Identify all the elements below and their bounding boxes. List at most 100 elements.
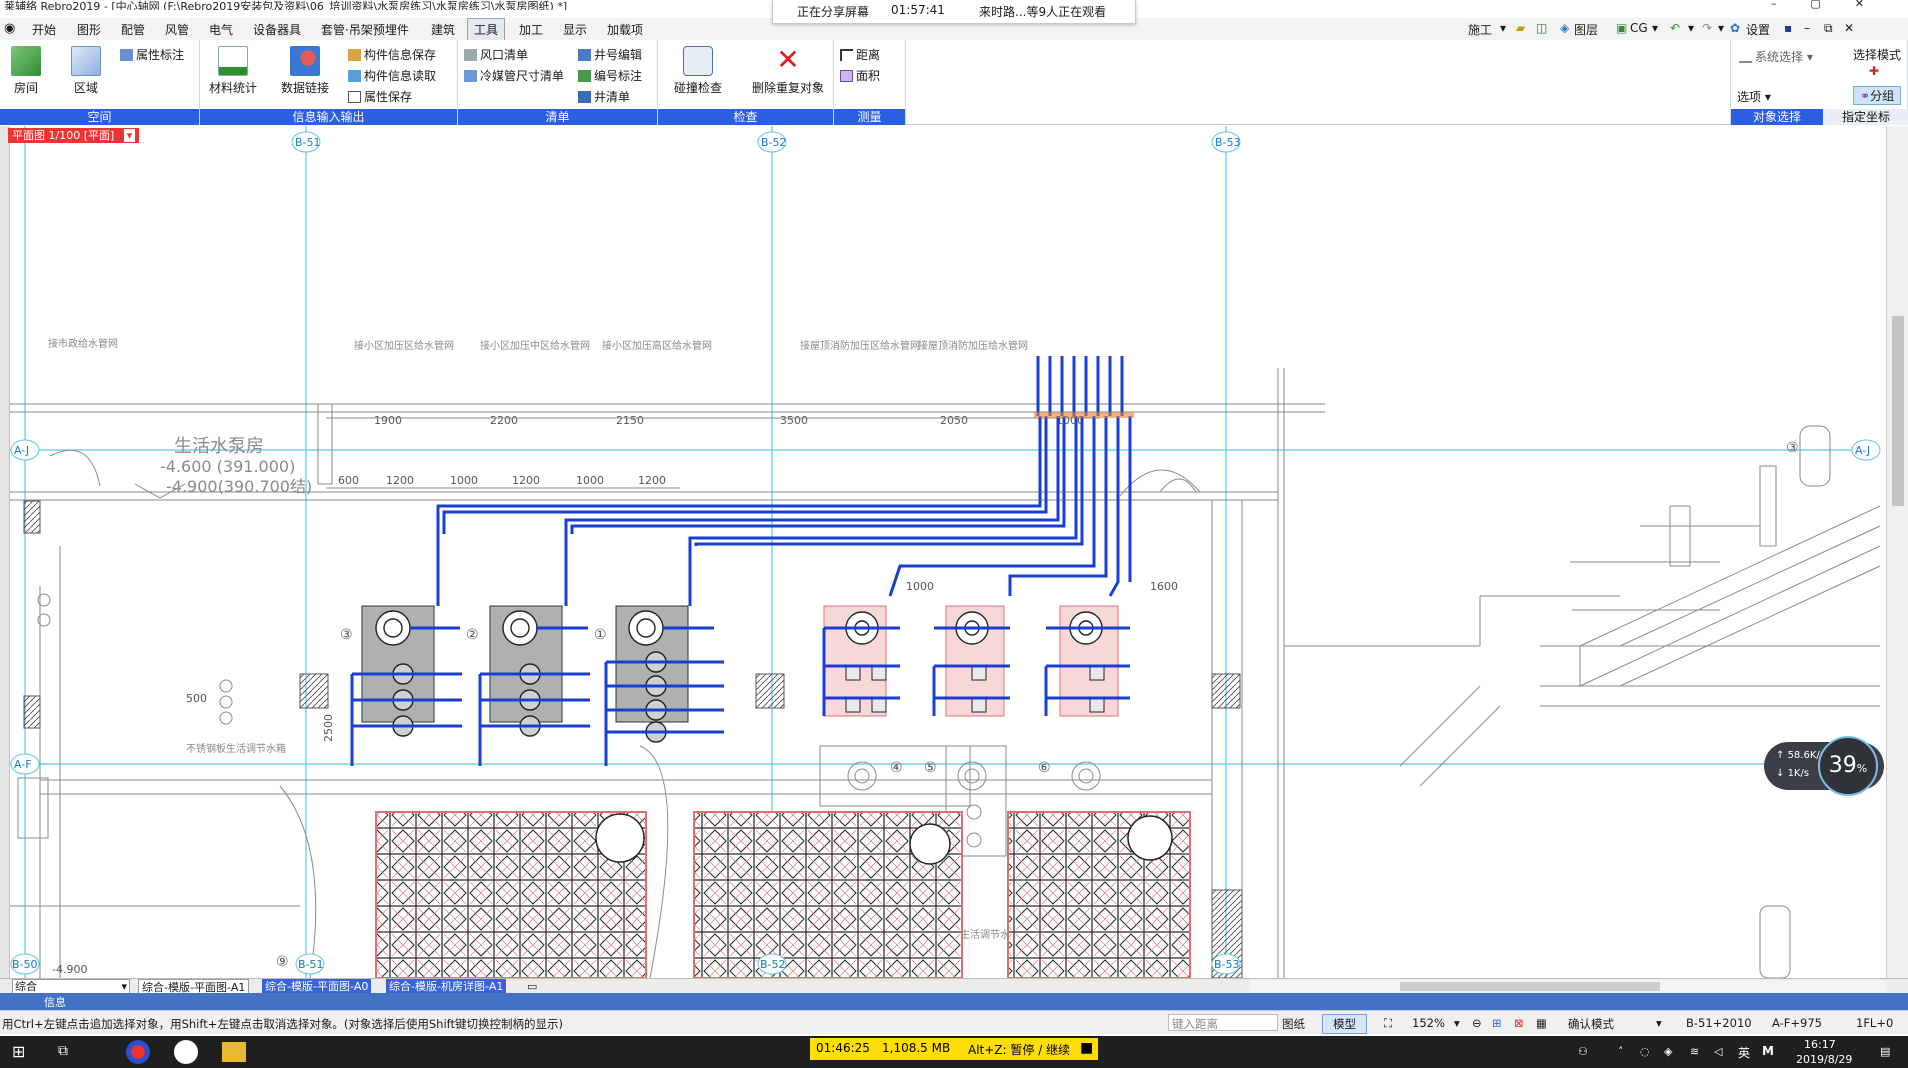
chevron-down-icon[interactable]: ▾ [1688,21,1694,35]
number-label-button[interactable]: 编号标注 [578,67,642,84]
app-icon[interactable]: ◉ [4,21,15,36]
delete-duplicate-button[interactable]: ✕ 删除重复对象 [746,46,830,96]
snap-off-icon[interactable]: ⊠ [1514,1016,1524,1030]
vertical-scroll-thumb[interactable] [1892,316,1904,506]
notification-icon[interactable]: ▤ [1880,1045,1890,1058]
recorder-app-icon[interactable] [174,1040,198,1064]
folder-icon[interactable] [222,1042,246,1062]
clock-date[interactable]: 2019/8/29 [1796,1053,1852,1066]
grid-snap-icon[interactable]: ▦ [1536,1016,1547,1030]
redo-icon[interactable]: ↷ [1702,21,1712,35]
folder-icon[interactable]: ▰ [1516,21,1525,35]
fit-view-icon[interactable]: ⛶ [1384,1016,1392,1031]
paper-tab[interactable]: 图纸 [1282,1016,1305,1032]
material-stats-button[interactable]: 材料统计 [208,46,258,96]
well-edit-button[interactable]: 井号编辑 [578,46,642,63]
chevron-down-icon[interactable]: ▾ [1500,21,1506,35]
cg-button[interactable]: CG [1630,21,1648,35]
well-list-button[interactable]: 井清单 [578,88,630,105]
distance-input[interactable]: 键入距离 [1168,1014,1278,1031]
chevron-up-icon[interactable]: ˄ [1618,1045,1624,1058]
select-mode-button[interactable]: 选择模式 [1853,46,1901,63]
filter-icon[interactable]: ◫ [1536,21,1547,35]
read-info-button[interactable]: 构件信息读取 [348,67,436,84]
system-select-button[interactable]: 系统选择 ▾ [1739,48,1813,65]
data-link-button[interactable]: 数据链接 [280,46,330,96]
windows-start-icon[interactable]: ⊞ [12,1042,25,1061]
close-doc-icon[interactable]: ✕ [1844,21,1854,35]
new-tab-icon[interactable]: ▭ [524,979,540,994]
rebro-app-icon[interactable] [126,1040,150,1064]
ime-mode[interactable]: M [1762,1044,1774,1058]
shield-icon[interactable]: ◈ [1664,1045,1672,1058]
coil-list-button[interactable]: 冷媒管尺寸清单 [464,67,564,84]
ime-language[interactable]: 英 [1738,1044,1750,1061]
menu-addins[interactable]: 加载项 [607,21,643,38]
save-info-button[interactable]: 构件信息保存 [348,46,436,63]
stop-icon[interactable]: ■ [1080,1040,1093,1056]
layer-select[interactable]: 综合 ▾ [12,979,130,994]
cg-icon[interactable]: ▣ [1616,21,1627,35]
menu-equipment[interactable]: 设备器具 [253,21,301,38]
save-attr-button[interactable]: 属性保存 [348,88,412,105]
add-icon[interactable]: ✚ [1869,64,1879,78]
undo-icon[interactable]: ↶ [1670,21,1680,35]
menu-piping[interactable]: 配管 [121,21,145,38]
options-dropdown[interactable]: 选项 ▾ [1737,88,1771,105]
area-icon [71,46,101,76]
menu-display[interactable]: 显示 [563,21,587,38]
volume-icon[interactable]: ◁ [1714,1045,1722,1058]
snap-icon[interactable]: ⊞ [1492,1016,1502,1030]
menu-sleeve-hanger[interactable]: 套管·吊架预埋件 [321,21,409,38]
menu-duct[interactable]: 风管 [165,21,189,38]
left-panel-strip[interactable] [0,126,10,978]
confirm-mode[interactable]: 确认模式 [1568,1016,1614,1032]
layers-button[interactable]: 图层 [1574,21,1598,38]
chevron-down-icon[interactable]: ▾ [123,129,136,142]
settings-button[interactable]: 设置 [1746,21,1770,38]
chevron-down-icon[interactable]: ▾ [1718,21,1724,35]
window-controls[interactable]: –▢✕ [1771,0,1898,10]
chevron-down-icon[interactable]: ▾ [1652,21,1658,35]
group-button[interactable]: ⚭分组 [1853,86,1902,105]
save-icon[interactable]: ▪ [1784,21,1792,35]
room-button[interactable]: 房间 [8,46,44,96]
gear-icon[interactable]: ✿ [1730,21,1740,35]
menu-tools[interactable]: 工具 [467,18,506,40]
distance-button[interactable]: 距离 [840,46,880,63]
vent-list-button[interactable]: 风口清单 [464,46,528,63]
menu-shape[interactable]: 图形 [77,21,101,38]
zoom-out-icon[interactable]: ⊖ [1472,1016,1482,1030]
minimize-doc-icon[interactable]: – [1804,21,1810,35]
vertical-scrollbar[interactable] [1886,126,1908,978]
view-tab[interactable]: 综合-模版-平面图-A0 [262,979,372,994]
chevron-down-icon[interactable]: ▾ [1656,1016,1662,1030]
wifi-icon[interactable]: ≋ [1690,1045,1699,1058]
zoom-level[interactable]: 152% [1412,1016,1445,1030]
area-measure-button[interactable]: 面积 [840,67,880,84]
construction-dropdown[interactable]: 施工 [1468,21,1492,38]
chevron-down-icon[interactable]: ▾ [121,980,127,993]
chevron-down-icon[interactable]: ▾ [1454,1016,1460,1030]
people-icon[interactable]: ⚇ [1578,1045,1588,1058]
menu-start[interactable]: 开始 [32,21,56,38]
view-tab[interactable]: 综合-模版-机房详图-A1 [386,979,507,994]
info-panel-header[interactable]: 信息 [0,993,1908,1010]
menu-building[interactable]: 建筑 [431,21,455,38]
menu-processing[interactable]: 加工 [519,21,543,38]
collision-check-button[interactable]: 碰撞检查 [670,46,726,96]
area-button[interactable]: 区域 [68,46,104,96]
horizontal-scrollbar[interactable] [1250,980,1886,993]
menu-electric[interactable]: 电气 [209,21,233,38]
task-view-icon[interactable]: ⧉ [58,1043,68,1059]
model-tab[interactable]: 模型 [1322,1014,1367,1034]
clock-time[interactable]: 16:17 [1804,1038,1836,1051]
network-icon[interactable]: ◌ [1640,1045,1650,1058]
restore-doc-icon[interactable]: ⧉ [1824,21,1833,36]
layers-icon[interactable]: ◈ [1560,21,1569,35]
view-scale-tag[interactable]: 平面图 1/100 [平面] ▾ [8,128,140,143]
horizontal-scroll-thumb[interactable] [1400,982,1660,991]
attribute-label-button[interactable]: 属性标注 [120,46,184,63]
drawing-canvas[interactable]: 生活水泵房 -4.600 (391.000) -4.900(390.700结) … [0,126,1908,978]
view-tab[interactable]: 综合-模版-平面图-A1 [138,979,250,994]
